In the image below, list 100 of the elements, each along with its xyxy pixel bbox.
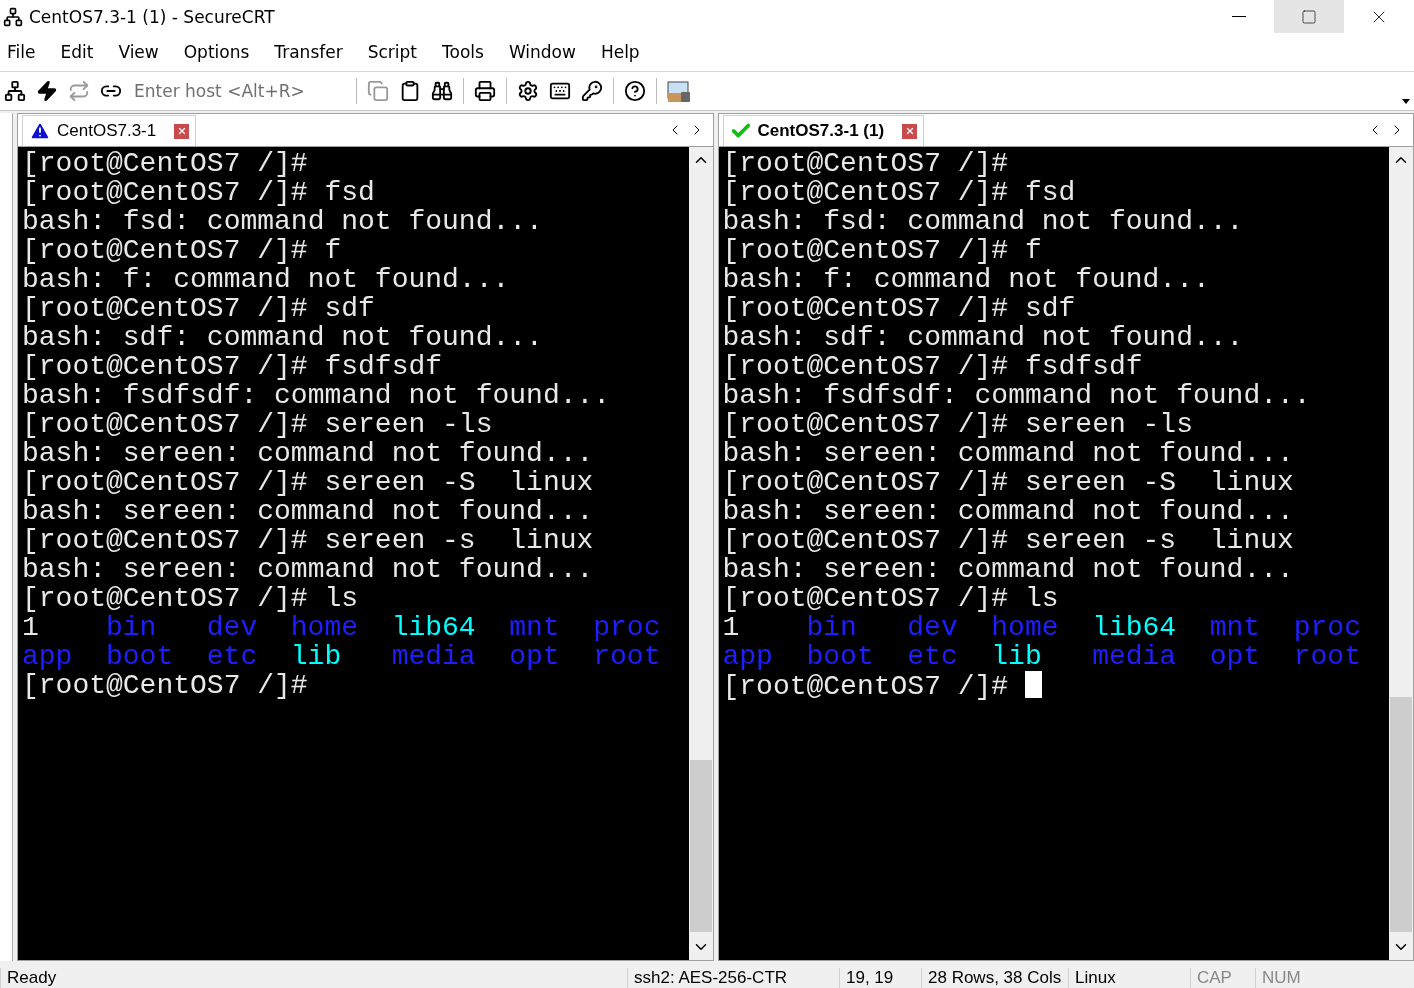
file-name: lib64 [1092,613,1178,642]
status-text: NUM [1255,968,1317,988]
lightning-icon[interactable] [36,80,58,102]
file-name: app [22,642,74,671]
terminal-line: [root@CentOS7 /]# fsd [722,177,1076,208]
terminal-line: bash: f: command not found... [722,264,1210,295]
help-icon[interactable] [624,80,646,102]
status-text: Linux [1068,968,1190,988]
menu-item[interactable]: Script [367,42,417,62]
status-text: Ready [0,968,627,988]
terminal-line: [root@CentOS7 /]# [22,670,308,701]
file-name: boot [806,642,875,671]
settings-icon[interactable] [517,80,539,102]
scrollbar-thumb[interactable] [1390,697,1412,932]
binoculars-icon[interactable] [431,80,453,102]
terminal-line: [root@CentOS7 /]# sereen -S linux [22,467,594,498]
terminal-line: [root@CentOS7 /]# [22,148,308,179]
maximize-button[interactable] [1274,0,1344,35]
terminal-line: [root@CentOS7 /]# ls [722,583,1059,614]
menu-item[interactable]: View [118,42,159,62]
terminal-line: bash: sereen: command not found... [22,496,594,527]
app-icon [3,6,23,27]
file-name: 1 [22,613,40,642]
file-name: mnt [1209,613,1262,642]
terminal-line: [root@CentOS7 /]# [722,148,1009,179]
menu-item[interactable]: Tools [442,42,484,62]
menu-item[interactable]: Help [600,42,640,62]
close-icon[interactable] [174,123,190,139]
host-field[interactable]: Enter host <Alt+R> [132,80,346,102]
session-tree-icon[interactable] [4,80,26,102]
terminal-line: bash: sereen: command not found... [22,438,594,469]
dropdown-arrow-icon[interactable] [1402,99,1410,104]
terminal-line: [root@CentOS7 /]# sereen -s linux [22,525,594,556]
scrollbar-thumb[interactable] [689,760,712,932]
close-icon[interactable] [902,123,918,139]
terminal-line: [root@CentOS7 /]# sereen -S linux [722,467,1294,498]
file-name: bin [106,613,158,642]
file-name: app [722,642,774,671]
terminal-line: [root@CentOS7 /]# [722,671,1009,702]
file-name: boot [106,642,175,671]
session-tab[interactable]: CentOS7.3-1 (1) [722,115,925,146]
terminal-line: bash: fsd: command not found... [22,206,543,237]
file-name: etc [206,642,259,671]
status-text: 19, 19 [839,968,921,988]
terminal-line: [root@CentOS7 /]# sdf [22,293,375,324]
file-name: 1 [722,613,741,642]
status-text: ssh2: AES-256-CTR [627,968,839,988]
file-name: lib [290,642,343,671]
menu-item[interactable]: Options [183,42,250,62]
terminal-line: [root@CentOS7 /]# sdf [722,293,1076,324]
terminal-line: bash: sereen: command not found... [22,554,594,585]
terminal-line: bash: fsdfsdf: command not found... [22,380,611,411]
terminal-line: [root@CentOS7 /]# sereen -s linux [722,525,1294,556]
file-name: etc [907,642,959,671]
clipboard-icon[interactable] [399,80,421,102]
file-name: mnt [509,613,561,642]
terminal-line: [root@CentOS7 /]# fsdfsdf [722,351,1143,382]
lock-window-icon[interactable] [667,79,691,103]
session-tab[interactable]: CentOS7.3-1 [22,115,197,146]
copy-icon[interactable] [367,80,389,102]
terminal-line: bash: sereen: command not found... [722,496,1294,527]
terminal-line: bash: fsdfsdf: command not found... [722,380,1311,411]
file-name: lib64 [391,613,477,642]
file-name: proc [1293,613,1362,642]
window-title: CentOS7.3-1 (1) - SecureCRT [29,6,276,27]
status-text: 28 Rows, 38 Cols [921,968,1068,988]
reconnect-icon[interactable] [68,80,90,102]
terminal-line: bash: fsd: command not found... [722,206,1244,237]
file-name: media [391,642,477,671]
terminal-line: bash: sereen: command not found... [722,438,1294,469]
maximize-icon [1301,8,1317,25]
terminal-line: bash: sereen: command not found... [722,554,1294,585]
terminal-line: bash: sdf: command not found... [22,322,543,353]
terminal-line: [root@CentOS7 /]# ls [22,583,359,614]
file-name: opt [1209,642,1262,671]
terminal-line: [root@CentOS7 /]# f [722,235,1042,266]
terminal-line: [root@CentOS7 /]# sereen -ls [22,409,493,440]
file-name: media [1092,642,1178,671]
printer-icon[interactable] [474,80,496,102]
menu-item[interactable]: Edit [60,42,94,62]
terminal-line: [root@CentOS7 /]# fsdfsdf [22,351,443,382]
keyboard-icon[interactable] [549,80,571,102]
warning-icon [29,120,51,142]
file-name: root [1293,642,1362,671]
menu-item[interactable]: Transfer [274,42,343,62]
file-name: bin [806,613,858,642]
status-text: CAP [1190,968,1255,988]
minimize-icon [1232,16,1246,17]
terminal-line: [root@CentOS7 /]# fsd [22,177,375,208]
file-name: home [991,613,1060,642]
key-icon[interactable] [581,80,603,102]
file-name: lib [991,642,1043,671]
file-name: opt [509,642,561,671]
file-name: root [593,642,662,671]
menu-item[interactable]: Window [508,42,576,62]
terminal-line: [root@CentOS7 /]# f [22,235,342,266]
terminal-line: bash: sdf: command not found... [722,322,1244,353]
file-name: dev [907,613,959,642]
terminal-line: [root@CentOS7 /]# sereen -ls [722,409,1193,440]
menu-item[interactable]: File [7,42,36,62]
